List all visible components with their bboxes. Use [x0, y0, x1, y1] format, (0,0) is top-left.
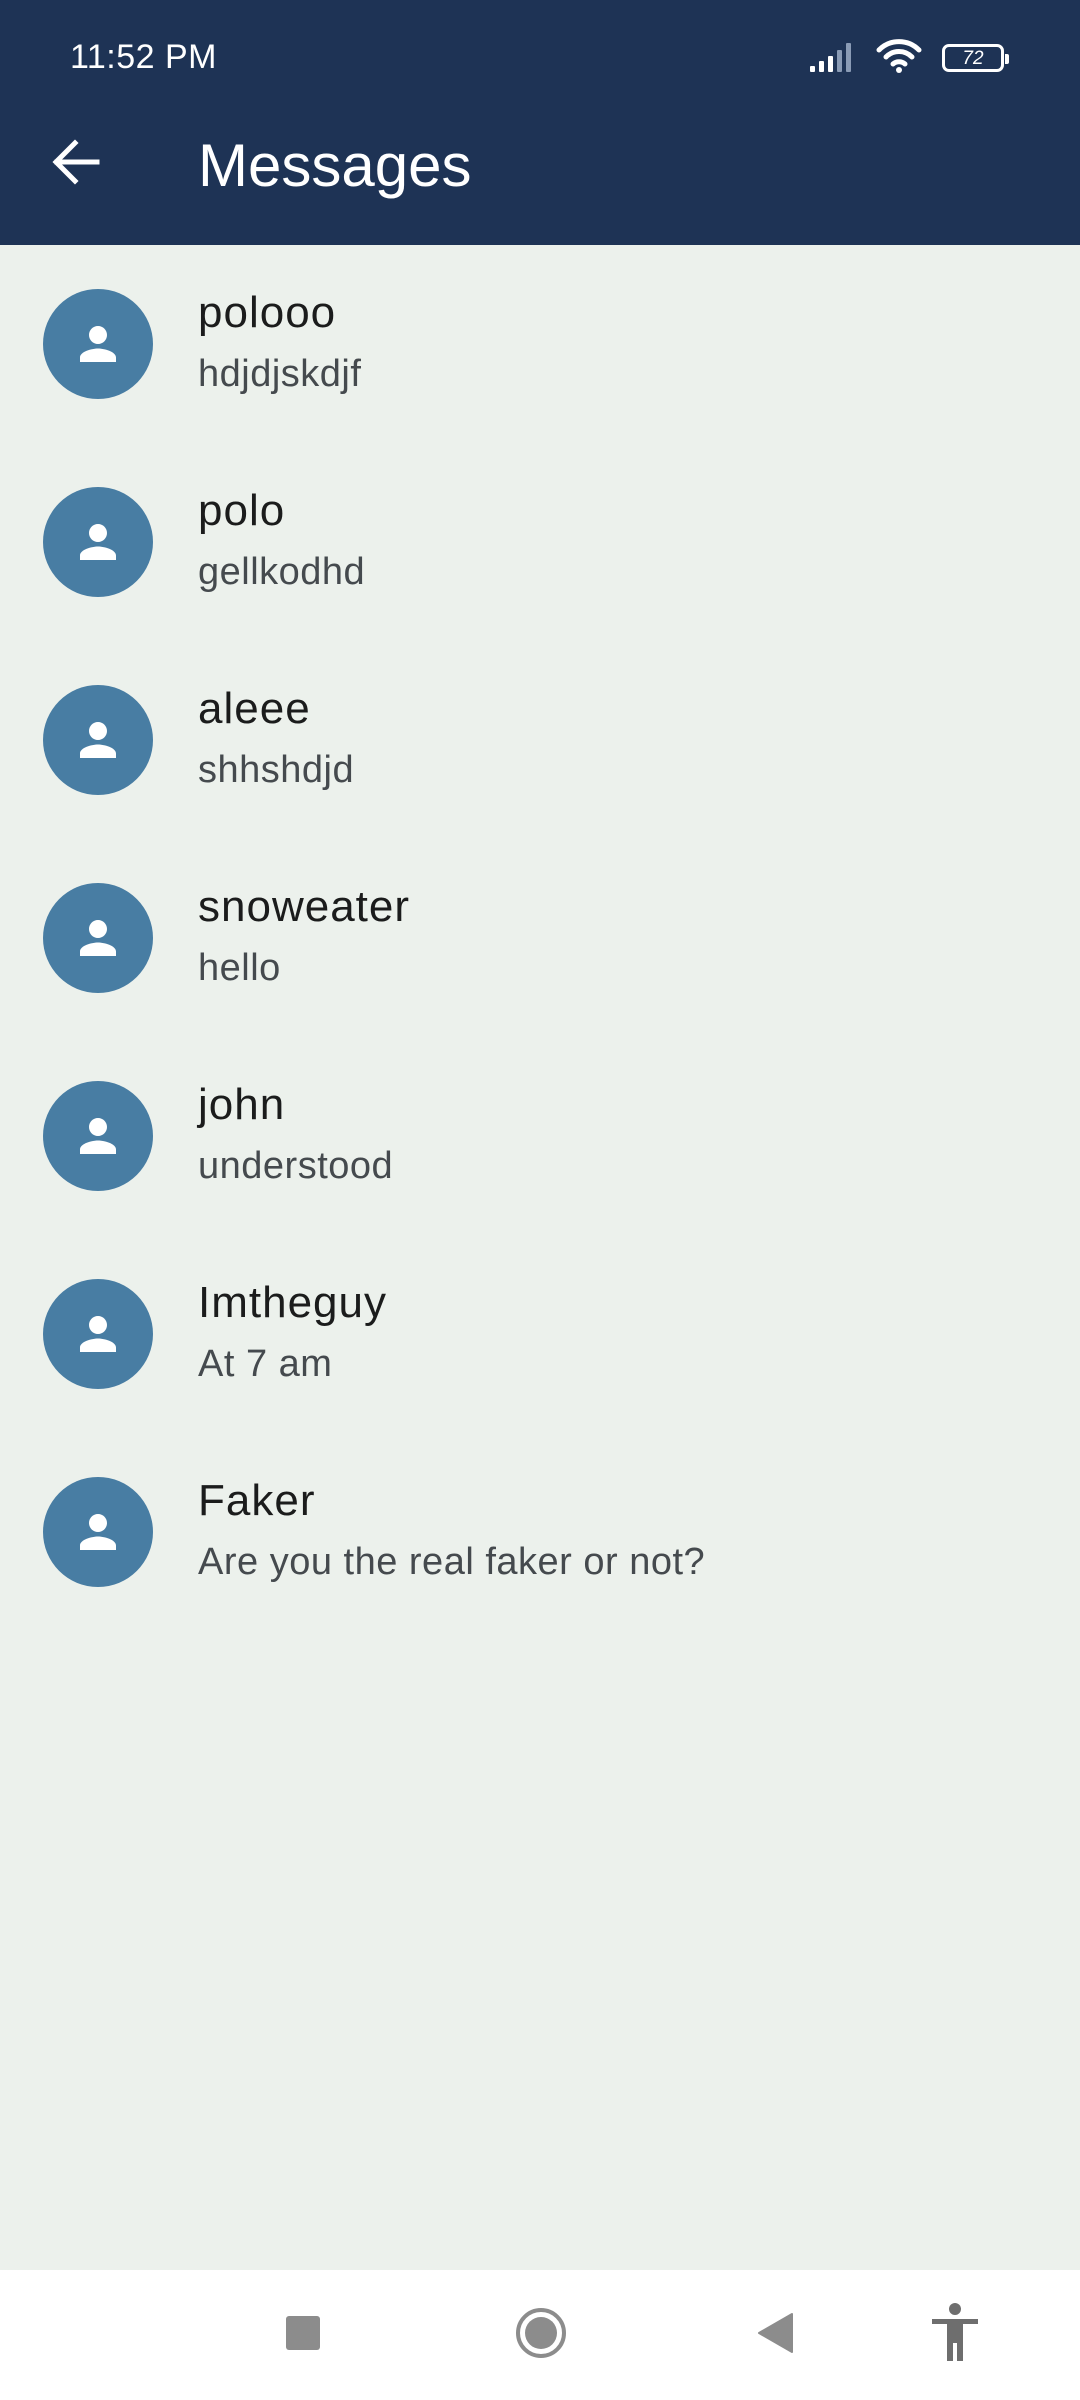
status-time: 11:52 PM	[70, 38, 218, 76]
conversation-item[interactable]: polooo hdjdjskdjf	[0, 245, 1080, 443]
conversation-item[interactable]: polo gellkodhd	[0, 443, 1080, 641]
message-preview: understood	[198, 1145, 394, 1187]
contact-name: polo	[198, 486, 286, 535]
accessibility-button[interactable]	[902, 2270, 1008, 2400]
contact-name: snoweater	[198, 882, 411, 931]
contact-name: polooo	[198, 288, 337, 337]
avatar	[43, 1081, 153, 1191]
system-nav-bar	[0, 2270, 1080, 2400]
message-preview: hello	[198, 947, 281, 989]
message-preview: At 7 am	[198, 1343, 333, 1385]
avatar	[43, 685, 153, 795]
conversation-item[interactable]: snoweater hello	[0, 839, 1080, 1037]
conversation-list: polooo hdjdjskdjf polo gellkodhd aleee s…	[0, 245, 1080, 1631]
recents-icon	[285, 2315, 321, 2356]
message-preview: shhshdjd	[198, 749, 355, 791]
nav-back-button[interactable]	[722, 2270, 828, 2400]
person-icon	[80, 920, 116, 956]
avatar	[43, 1477, 153, 1587]
avatar	[43, 487, 153, 597]
signal-icon	[808, 40, 856, 77]
app-bar: 11:52 PM 72 Messages	[0, 0, 1080, 245]
person-icon	[80, 1514, 116, 1550]
wifi-icon	[876, 38, 922, 78]
accessibility-icon	[930, 2302, 980, 2368]
avatar	[43, 289, 153, 399]
back-button[interactable]	[40, 128, 112, 200]
status-icons: 72	[808, 36, 1009, 80]
arrow-back-icon	[51, 138, 101, 190]
contact-name: aleee	[198, 684, 311, 733]
person-icon	[80, 524, 116, 560]
contact-name: Imtheguy	[198, 1278, 387, 1327]
message-preview: hdjdjskdjf	[198, 353, 362, 395]
conversation-item[interactable]: aleee shhshdjd	[0, 641, 1080, 839]
page-title: Messages	[198, 132, 472, 199]
battery-icon: 72	[942, 44, 1009, 72]
conversation-item[interactable]: Imtheguy At 7 am	[0, 1235, 1080, 1433]
person-icon	[80, 1118, 116, 1154]
battery-level: 72	[962, 47, 984, 69]
message-preview: gellkodhd	[198, 551, 366, 593]
messages-screen: 11:52 PM 72 Messages polooo hdjdjskdjf p…	[0, 0, 1080, 2400]
home-button[interactable]	[488, 2270, 594, 2400]
contact-name: john	[198, 1080, 286, 1129]
back-icon	[756, 2312, 794, 2359]
avatar	[43, 883, 153, 993]
conversation-item[interactable]: john understood	[0, 1037, 1080, 1235]
home-icon	[515, 2307, 567, 2364]
person-icon	[80, 326, 116, 362]
person-icon	[80, 722, 116, 758]
avatar	[43, 1279, 153, 1389]
conversation-item[interactable]: Faker Are you the real faker or not?	[0, 1433, 1080, 1631]
recents-button[interactable]	[250, 2270, 356, 2400]
message-preview: Are you the real faker or not?	[198, 1541, 706, 1583]
contact-name: Faker	[198, 1476, 316, 1525]
person-icon	[80, 1316, 116, 1352]
